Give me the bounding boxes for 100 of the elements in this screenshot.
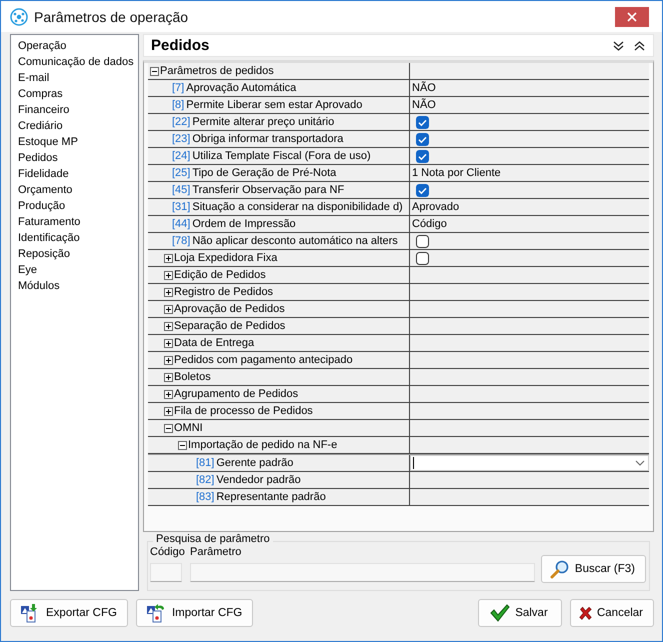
expand-icon[interactable] xyxy=(164,270,173,280)
checkbox[interactable] xyxy=(416,116,429,128)
parameter-code: [78] xyxy=(172,234,190,248)
group-label: Importação de pedido na NF-e xyxy=(188,438,338,452)
document-import-icon xyxy=(144,603,167,623)
import-button[interactable]: Importar CFG xyxy=(136,599,254,627)
group-label: Aprovação de Pedidos xyxy=(174,302,285,316)
checkbox[interactable] xyxy=(416,252,429,264)
parameter-label: Representante padrão xyxy=(216,490,326,504)
parameter-code: [25] xyxy=(172,166,190,180)
sidebar-item[interactable]: Faturamento xyxy=(11,214,138,230)
sidebar-item[interactable]: Eye xyxy=(11,262,138,278)
checkbox[interactable] xyxy=(416,234,429,248)
parameter-label: Transferir Observação para NF xyxy=(192,182,344,198)
search-icon xyxy=(550,559,570,579)
parameter-label: Vendedor padrão xyxy=(216,472,301,488)
parameter-label: Utiliza Template Fiscal (Fora de uso) xyxy=(192,148,371,164)
parameter-value: Código xyxy=(412,216,447,232)
parameter-code: [23] xyxy=(172,132,190,146)
expand-icon[interactable] xyxy=(164,254,173,262)
app-icon xyxy=(10,8,28,26)
parameter-code: [24] xyxy=(172,148,190,164)
parameter-code: [8] xyxy=(172,98,184,112)
parameter-label: Permite alterar preço unitário xyxy=(192,114,334,130)
search-button[interactable]: Buscar (F3) xyxy=(540,555,646,583)
collapse-all-icon[interactable] xyxy=(634,40,645,50)
parameter-label: Permite Liberar sem estar Aprovado xyxy=(186,98,362,112)
expand-all-icon[interactable] xyxy=(613,40,624,50)
group-label: Data de Entrega xyxy=(174,336,254,350)
collapse-icon[interactable] xyxy=(178,440,187,450)
group-label: Registro de Pedidos xyxy=(174,284,274,300)
group-label: Parâmetros de pedidos xyxy=(160,64,274,78)
close-button[interactable] xyxy=(615,6,649,26)
expand-icon[interactable] xyxy=(164,406,173,416)
sidebar-item[interactable]: Estoque MP xyxy=(11,134,138,150)
input-field[interactable] xyxy=(150,563,182,582)
sidebar-item[interactable]: Operação xyxy=(11,38,138,54)
field-label: Parâmetro xyxy=(190,546,242,558)
sidebar-item[interactable]: Fidelidade xyxy=(11,166,138,182)
sidebar-item[interactable]: E-mail xyxy=(11,70,138,86)
parameter-code: [45] xyxy=(172,182,190,198)
expand-icon[interactable] xyxy=(164,288,173,296)
parameter-value: NÃO xyxy=(412,80,436,96)
parameter-label: Obriga informar transportadora xyxy=(192,132,344,146)
sidebar-item[interactable]: Identificação xyxy=(11,230,138,246)
parameter-code: [22] xyxy=(172,114,190,130)
sidebar-item[interactable]: Pedidos xyxy=(11,150,138,166)
expand-icon[interactable] xyxy=(164,356,173,364)
dropdown-field[interactable] xyxy=(410,455,649,471)
window-title: Parâmetros de operação xyxy=(34,8,188,24)
parameter-label: Situação a considerar na disponibilidade d) xyxy=(192,200,403,214)
group-label: Edição de Pedidos xyxy=(174,268,266,282)
cancel-button[interactable]: Cancelar xyxy=(570,599,654,627)
parameter-code: [7] xyxy=(172,80,184,96)
parameter-label: Tipo de Geração de Pré-Nota xyxy=(192,166,336,180)
checkbox[interactable] xyxy=(416,150,429,162)
close-icon[interactable] xyxy=(627,12,637,22)
expand-icon[interactable] xyxy=(164,372,173,382)
export-button[interactable]: Exportar CFG xyxy=(10,599,128,627)
group-label: OMNI xyxy=(174,420,203,436)
save-button[interactable]: Salvar xyxy=(478,599,562,627)
parameter-code: [83] xyxy=(196,490,214,504)
group-label: Loja Expedidora Fixa xyxy=(174,250,278,266)
checkbox[interactable] xyxy=(416,132,429,146)
parameter-code: [81] xyxy=(196,456,214,470)
input-field[interactable] xyxy=(190,563,535,582)
cross-icon xyxy=(579,604,592,622)
parameter-value: NÃO xyxy=(412,98,436,112)
group-label: Separação de Pedidos xyxy=(174,318,286,334)
sidebar-item[interactable]: Compras xyxy=(11,86,138,102)
sidebar-item[interactable]: Crediário xyxy=(11,118,138,134)
sidebar-item[interactable]: Financeiro xyxy=(11,102,138,118)
parameter-label: Aprovação Automática xyxy=(186,80,296,96)
sidebar-item[interactable]: Produção xyxy=(11,198,138,214)
group-title: Pesquisa de parâmetro xyxy=(153,533,273,545)
expand-icon[interactable] xyxy=(164,304,173,314)
group-label: Fila de processo de Pedidos xyxy=(174,404,313,418)
chevron-down-icon[interactable] xyxy=(635,460,645,466)
checkbox[interactable] xyxy=(416,184,429,196)
sidebar-item[interactable]: Orçamento xyxy=(11,182,138,198)
parameter-label: Ordem de Impressão xyxy=(192,216,296,232)
checkmark-icon xyxy=(490,604,510,622)
field-label: Código xyxy=(150,546,185,558)
parameter-value: Aprovado xyxy=(412,200,460,214)
sidebar-item[interactable]: Comunicação de dados xyxy=(11,54,138,70)
expand-icon[interactable] xyxy=(164,338,173,348)
sidebar-item[interactable]: Reposição xyxy=(11,246,138,262)
panel-title: Pedidos xyxy=(151,37,210,54)
parameter-value: 1 Nota por Cliente xyxy=(412,166,501,180)
expand-icon[interactable] xyxy=(164,390,173,398)
parameter-code: [31] xyxy=(172,200,190,214)
collapse-icon[interactable] xyxy=(164,424,173,432)
parameter-label: Não aplicar desconto automático na alters xyxy=(192,234,398,248)
sidebar-item[interactable]: Módulos xyxy=(11,278,138,294)
expand-icon[interactable] xyxy=(164,322,173,330)
group-label: Pedidos com pagamento antecipado xyxy=(174,352,353,368)
collapse-icon[interactable] xyxy=(150,66,159,76)
parameter-code: [44] xyxy=(172,216,190,232)
group-label: Boletos xyxy=(174,370,211,384)
group-label: Agrupamento de Pedidos xyxy=(174,386,298,402)
